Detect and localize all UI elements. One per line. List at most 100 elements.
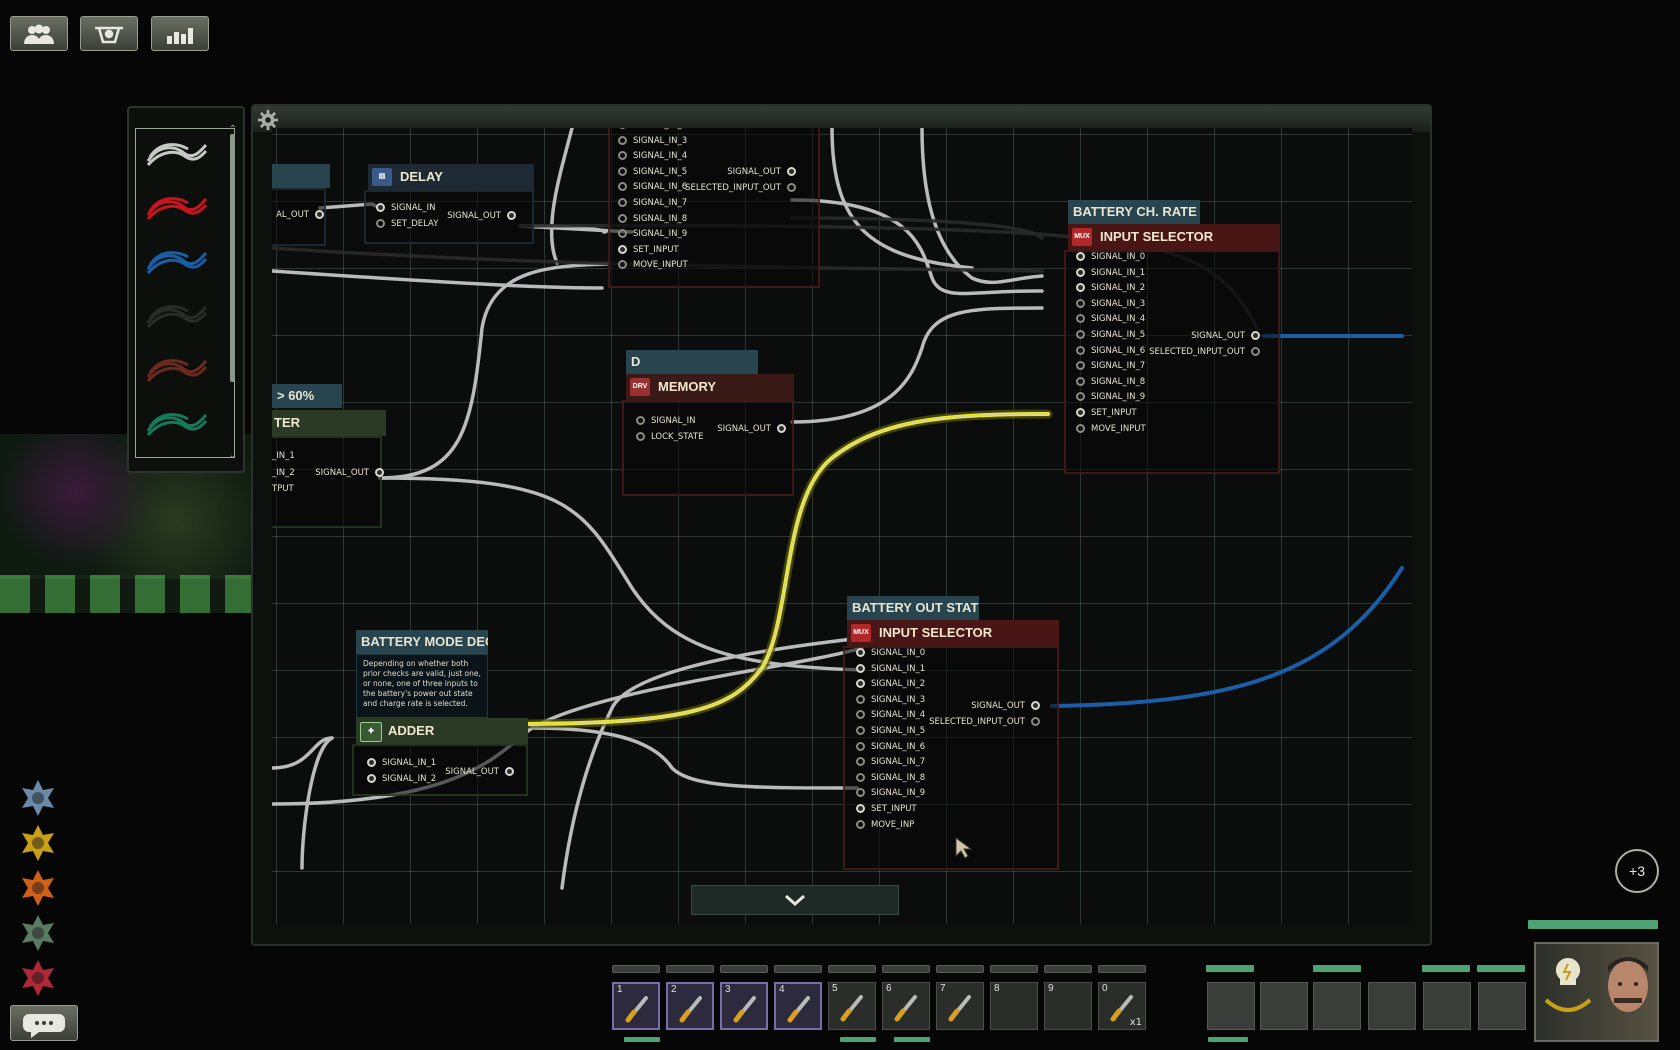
pin-comparator-in2[interactable]: _IN_2 (272, 466, 295, 480)
pin-bcr-signal-out[interactable]: SIGNAL_OUT (1152, 329, 1260, 343)
hotbar-slot-5[interactable]: 5 (828, 982, 876, 1030)
pin-bos-pins-7[interactable]: SIGNAL_IN_7 (856, 755, 925, 769)
notification-badge[interactable]: +3 (1615, 849, 1659, 893)
pin-topsel-pins-8[interactable]: SET_INPUT (618, 243, 679, 257)
pin-topsel-pins-7[interactable]: SIGNAL_IN_9 (618, 227, 687, 241)
pin-bcr-pins-5[interactable]: SIGNAL_IN_5 (1076, 328, 1145, 342)
hotbar-slot-9[interactable]: 9 (1044, 982, 1092, 1030)
adder-header[interactable]: ✚ ADDER (356, 718, 528, 744)
pin-bos-pins-9[interactable]: SIGNAL_IN_9 (856, 786, 925, 800)
pin-bos-pins-2[interactable]: SIGNAL_IN_2 (856, 677, 925, 691)
pin-memory-signal-out[interactable]: SIGNAL_OUT (702, 422, 786, 436)
pin-bos-selected-out[interactable]: SELECTED_INPUT_OUT (886, 715, 1040, 729)
slot-bar-5 (828, 965, 876, 973)
skill-icon-5[interactable] (18, 958, 58, 998)
pin-adder-signal-out[interactable]: SIGNAL_OUT (438, 765, 514, 779)
pin-comparator-input[interactable]: TPUT (272, 482, 294, 496)
wire-white-icon[interactable] (144, 137, 210, 173)
pin-bcr-pins-9[interactable]: SIGNAL_IN_9 (1076, 390, 1145, 404)
pin-topsel-pins-2[interactable]: SIGNAL_IN_4 (618, 149, 687, 163)
pin-topsel-pins-3[interactable]: SIGNAL_IN_5 (618, 165, 687, 179)
pin-bos-pins-6[interactable]: SIGNAL_IN_6 (856, 740, 925, 754)
battery-ch-rate-header[interactable]: MUX INPUT SELECTOR (1068, 224, 1280, 250)
delay-header[interactable]: ▤ DELAY (368, 164, 534, 190)
collapse-button[interactable] (691, 885, 899, 915)
pin-topsel-pins-9[interactable]: MOVE_INPUT (618, 258, 688, 272)
hotbar-slot-4[interactable]: 4 (774, 982, 822, 1030)
pin-bcr-pins-11[interactable]: MOVE_INPUT (1076, 422, 1146, 436)
command-button[interactable] (80, 16, 138, 51)
pin-bos-pins-3[interactable]: SIGNAL_IN_3 (856, 693, 925, 707)
hotbar-slot-3[interactable]: 3 (720, 982, 768, 1030)
comparator-header[interactable]: TER (272, 410, 386, 436)
pin-comparator-in1[interactable]: _IN_1 (272, 449, 295, 463)
pin-bcr-pins-3[interactable]: SIGNAL_IN_3 (1076, 297, 1145, 311)
pin-adder-in1[interactable]: SIGNAL_IN_1 (367, 756, 436, 770)
crew-button[interactable] (10, 16, 68, 51)
pin-delay-signal-out[interactable]: SIGNAL_OUT (442, 209, 516, 223)
charge-bar-1 (624, 1037, 660, 1042)
wire-red-icon[interactable] (144, 191, 210, 227)
character-portrait[interactable] (1534, 942, 1659, 1042)
pin-topsel-pins-6[interactable]: SIGNAL_IN_8 (618, 212, 687, 226)
battery-out-state-header[interactable]: MUX INPUT SELECTOR (847, 620, 1059, 646)
circuit-canvas[interactable]: AL_OUT ▤ DELAY SIGNAL_IN SET_DELAY SIGNA… (272, 128, 1412, 924)
pin-topsel-pins-5[interactable]: SIGNAL_IN_7 (618, 196, 687, 210)
hotbar-slot-7[interactable]: 7 (936, 982, 984, 1030)
chat-button[interactable] (10, 1005, 78, 1041)
pin-topsel-pins-1[interactable]: SIGNAL_IN_3 (618, 134, 687, 148)
wire-green-icon[interactable] (144, 407, 210, 443)
equip-slot-weapon[interactable] (1207, 982, 1255, 1030)
scroll-down-icon[interactable]: ⌄ (229, 450, 237, 461)
status-button[interactable] (151, 16, 209, 51)
pin-bos-pins-0[interactable]: SIGNAL_IN_0 (856, 646, 925, 660)
pin-bos-signal-out[interactable]: SIGNAL_OUT (932, 699, 1040, 713)
hotbar-slot-1[interactable]: 1 (612, 982, 660, 1030)
slot-bar-4 (774, 965, 822, 973)
pin-topsel-selected-out[interactable]: SELECTED_INPUT_OUT (652, 181, 796, 195)
wire-brown-icon[interactable] (144, 353, 210, 389)
pin-topsel-pins-0[interactable]: SIGNAL_IN_2 (618, 128, 687, 132)
wire-blue-icon[interactable] (144, 245, 210, 281)
skill-icon-2[interactable] (18, 823, 58, 863)
pin-bcr-selected-out[interactable]: SELECTED_INPUT_OUT (1106, 345, 1260, 359)
pin-bcr-pins-2[interactable]: SIGNAL_IN_2 (1076, 281, 1145, 295)
pin-memory-signal-in[interactable]: SIGNAL_IN (636, 414, 696, 428)
pin-bos-pins-1[interactable]: SIGNAL_IN_1 (856, 662, 925, 676)
pin-topsel-signal-out[interactable]: SIGNAL_OUT (692, 165, 796, 179)
pin-delay-signal-in[interactable]: SIGNAL_IN (376, 201, 436, 215)
pin-bos-pins-11[interactable]: MOVE_INP (856, 818, 914, 832)
pin-bos-pins-10[interactable]: SET_INPUT (856, 802, 917, 816)
skill-icon-1[interactable] (18, 778, 58, 818)
pin-delay-set-delay[interactable]: SET_DELAY (376, 217, 438, 231)
hotbar-slot-6[interactable]: 6 (882, 982, 930, 1030)
slot-count: x1 (1129, 1017, 1142, 1028)
pin-bcr-pins-4[interactable]: SIGNAL_IN_4 (1076, 312, 1145, 326)
wire-scrollbar[interactable] (230, 134, 235, 382)
pin-adder-in2[interactable]: SIGNAL_IN_2 (367, 772, 436, 786)
pin-comparator-signal-out[interactable]: SIGNAL_OUT (308, 466, 384, 480)
hotbar-slot-2[interactable]: 2 (666, 982, 714, 1030)
pin-bcr-pins-10[interactable]: SET_INPUT (1076, 406, 1137, 420)
wire-black-icon[interactable] (144, 299, 210, 335)
skill-icon-4[interactable] (18, 913, 58, 953)
pin-out-top-partial[interactable]: AL_OUT (272, 208, 324, 222)
hotbar-slot-8[interactable]: 8 (990, 982, 1038, 1030)
equip-slot-head[interactable] (1260, 982, 1308, 1030)
pin-memory-lock-state[interactable]: LOCK_STATE (636, 430, 704, 444)
battery-ch-rate-title: INPUT SELECTOR (1100, 229, 1214, 244)
skill-icon-3[interactable] (18, 868, 58, 908)
equip-slot-id-card[interactable] (1478, 982, 1526, 1030)
pin-bos-pins-8[interactable]: SIGNAL_IN_8 (856, 771, 925, 785)
pin-bcr-pins-1[interactable]: SIGNAL_IN_1 (1076, 266, 1145, 280)
memory-header[interactable]: DRV MEMORY (626, 374, 794, 400)
equip-slot-body[interactable] (1313, 982, 1361, 1030)
equip-slot-headgear[interactable] (1368, 982, 1416, 1030)
pin-bcr-pins-8[interactable]: SIGNAL_IN_8 (1076, 375, 1145, 389)
pin-bcr-pins-7[interactable]: SIGNAL_IN_7 (1076, 359, 1145, 373)
pin-bcr-pins-0[interactable]: SIGNAL_IN_0 (1076, 250, 1145, 264)
scroll-up-icon[interactable]: ⌃ (229, 124, 237, 135)
circuit-window: AL_OUT ▤ DELAY SIGNAL_IN SET_DELAY SIGNA… (251, 104, 1432, 946)
equip-slot-gloves[interactable] (1423, 982, 1471, 1030)
hotbar-slot-0[interactable]: 0 x1 (1098, 982, 1146, 1030)
